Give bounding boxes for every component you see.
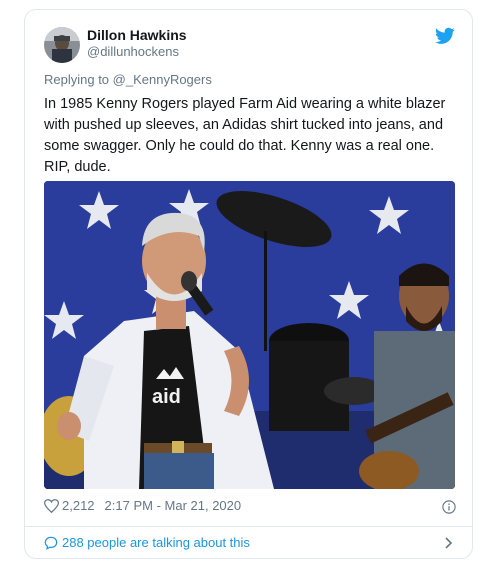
twitter-logo-icon[interactable]	[435, 27, 455, 45]
avatar[interactable]	[44, 27, 80, 63]
info-icon[interactable]	[442, 500, 456, 514]
tweet-meta: 2,212 2:17 PM - Mar 21, 2020	[44, 498, 241, 513]
tweet-card: Dillon Hawkins @dillunhockens Replying t…	[24, 9, 473, 559]
replying-to: Replying to @_KennyRogers	[44, 72, 212, 87]
author-name[interactable]: Dillon Hawkins	[87, 27, 187, 43]
chat-bubble-icon	[44, 536, 58, 550]
heart-icon[interactable]	[44, 498, 59, 513]
tweet-timestamp[interactable]: 2:17 PM - Mar 21, 2020	[105, 498, 242, 513]
shirt-logo-text: aid	[152, 386, 181, 408]
like-count[interactable]: 2,212	[62, 498, 95, 513]
tweet-text: In 1985 Kenny Rogers played Farm Aid wea…	[44, 96, 446, 175]
conversation-text: 288 people are talking about this	[62, 535, 250, 550]
reply-mention-link[interactable]: @_KennyRogers	[113, 72, 212, 87]
chevron-right-icon[interactable]	[443, 537, 453, 549]
divider	[25, 526, 472, 527]
conversation-link[interactable]: 288 people are talking about this	[44, 535, 250, 550]
author-handle[interactable]: @dillunhockens	[87, 44, 179, 59]
tweet-media-image[interactable]: aid	[44, 181, 455, 489]
replying-prefix: Replying to	[44, 72, 113, 87]
